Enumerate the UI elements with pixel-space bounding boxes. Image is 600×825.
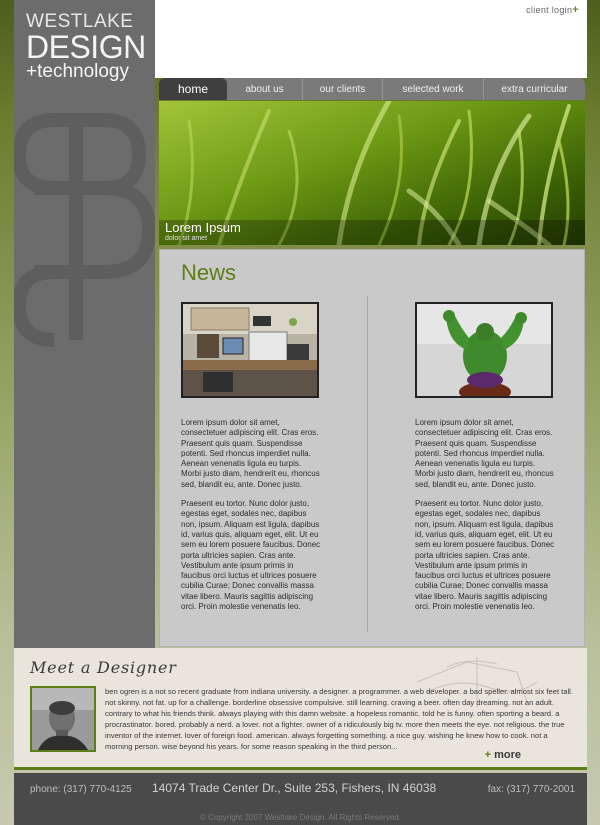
hero-caption: Lorem Ipsum dolor sit amet <box>159 220 585 245</box>
hero-banner: Lorem Ipsum dolor sit amet <box>159 101 585 245</box>
plus-icon: + <box>484 749 492 761</box>
nav-about-us[interactable]: about us <box>227 78 303 100</box>
hero-title: Lorem Ipsum <box>165 220 241 235</box>
logo-line-design: DESIGN <box>26 29 146 65</box>
client-login-link[interactable]: client login+ <box>526 4 579 16</box>
news-text: Lorem ipsum dolor sit amet, consectetuer… <box>415 418 555 612</box>
footer-address: 14074 Trade Center Dr., Suite 253, Fishe… <box>152 781 437 795</box>
news-heading: News <box>181 260 237 285</box>
sidebar: WESTLAKE DESIGN +technology <box>14 0 155 648</box>
footer: phone: (317) 770-4125 14074 Trade Center… <box>14 773 587 825</box>
news-divider <box>367 296 368 632</box>
office-desk-photo-icon <box>183 304 317 396</box>
site-logo[interactable]: WESTLAKE DESIGN +technology <box>26 12 146 82</box>
news-panel: News Lorem ipsum dolor sit amet, consect… <box>159 249 585 647</box>
hero-subtitle: dolor sit amet <box>165 235 208 242</box>
footer-phone: phone: (317) 770-4125 <box>30 784 132 795</box>
news-item: Lorem ipsum dolor sit amet, consectetuer… <box>415 302 555 612</box>
office-desk-photo[interactable] <box>181 302 319 398</box>
nav-our-clients[interactable]: our clients <box>303 78 383 100</box>
header-bar: client login+ <box>155 0 587 78</box>
designer-heading: Meet a Designer <box>30 658 177 677</box>
hulk-figurine-photo-icon <box>417 304 551 396</box>
nav-extra-curricular[interactable]: extra curricular <box>484 78 585 100</box>
more-label: more <box>494 749 521 761</box>
copyright-text: © Copyright 2007 Westlake Design. All Ri… <box>200 813 401 822</box>
monogram-watermark-icon <box>14 113 155 347</box>
designer-avatar <box>30 686 96 752</box>
hulk-figurine-photo[interactable] <box>415 302 553 398</box>
designer-bio: ben ogren is a not so recent graduate fr… <box>105 687 573 751</box>
meet-a-designer-section: Meet a Designer ben ogren is a not so re… <box>14 648 587 770</box>
footer-contact: phone: (317) 770-4125 14074 Trade Center… <box>30 781 575 795</box>
nav-home[interactable]: home <box>159 78 227 100</box>
news-paragraph: Praesent eu tortor. Nunc dolor justo, eg… <box>415 499 555 612</box>
logo-line-technology: +technology <box>26 61 129 82</box>
page: WESTLAKE DESIGN +technology client login… <box>14 0 587 825</box>
news-text: Lorem ipsum dolor sit amet, consectetuer… <box>181 418 321 612</box>
more-link[interactable]: + more <box>485 749 521 761</box>
news-paragraph: Lorem ipsum dolor sit amet, consectetuer… <box>181 418 320 489</box>
news-paragraph: Lorem ipsum dolor sit amet, consectetuer… <box>415 418 554 489</box>
news-paragraph: Praesent eu tortor. Nunc dolor justo, eg… <box>181 499 321 612</box>
main-nav: home about us our clients selected work … <box>159 78 585 100</box>
portrait-icon <box>32 688 94 750</box>
plus-icon: + <box>572 4 579 16</box>
nav-selected-work[interactable]: selected work <box>383 78 484 100</box>
news-item: Lorem ipsum dolor sit amet, consectetuer… <box>181 302 321 612</box>
footer-fax: fax: (317) 770-2001 <box>487 784 575 795</box>
client-login-label: client login <box>526 5 573 15</box>
